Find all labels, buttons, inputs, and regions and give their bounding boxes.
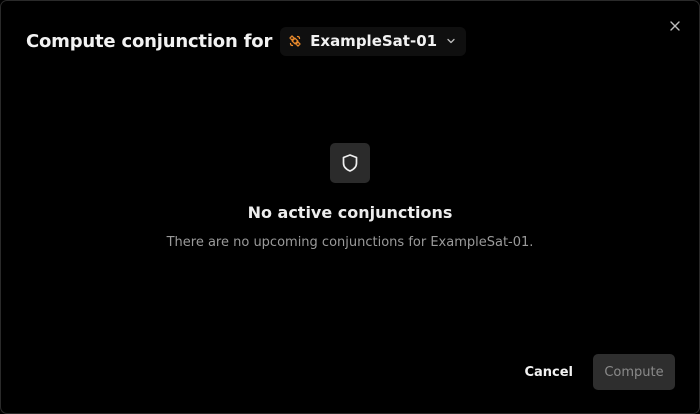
dialog-header: Compute conjunction for ExampleSat-01 [26,26,467,56]
empty-state-icon-box [330,143,370,183]
chevron-down-icon [446,36,456,46]
close-icon [669,20,681,32]
satellite-icon [288,34,302,48]
dialog-title: Compute conjunction for [26,30,273,52]
shield-icon [340,153,360,173]
empty-state: No active conjunctions There are no upco… [1,143,699,250]
compute-button[interactable]: Compute [593,354,675,390]
compute-conjunction-dialog: Compute conjunction for ExampleSat-01 No… [0,0,700,414]
empty-state-title: No active conjunctions [247,203,453,222]
dialog-footer: Cancel Compute [514,354,675,390]
satellite-select-value: ExampleSat-01 [310,32,438,50]
cancel-button[interactable]: Cancel [514,354,583,390]
satellite-select[interactable]: ExampleSat-01 [280,26,467,56]
empty-state-description: There are no upcoming conjunctions for E… [166,235,534,250]
close-button[interactable] [665,16,685,36]
